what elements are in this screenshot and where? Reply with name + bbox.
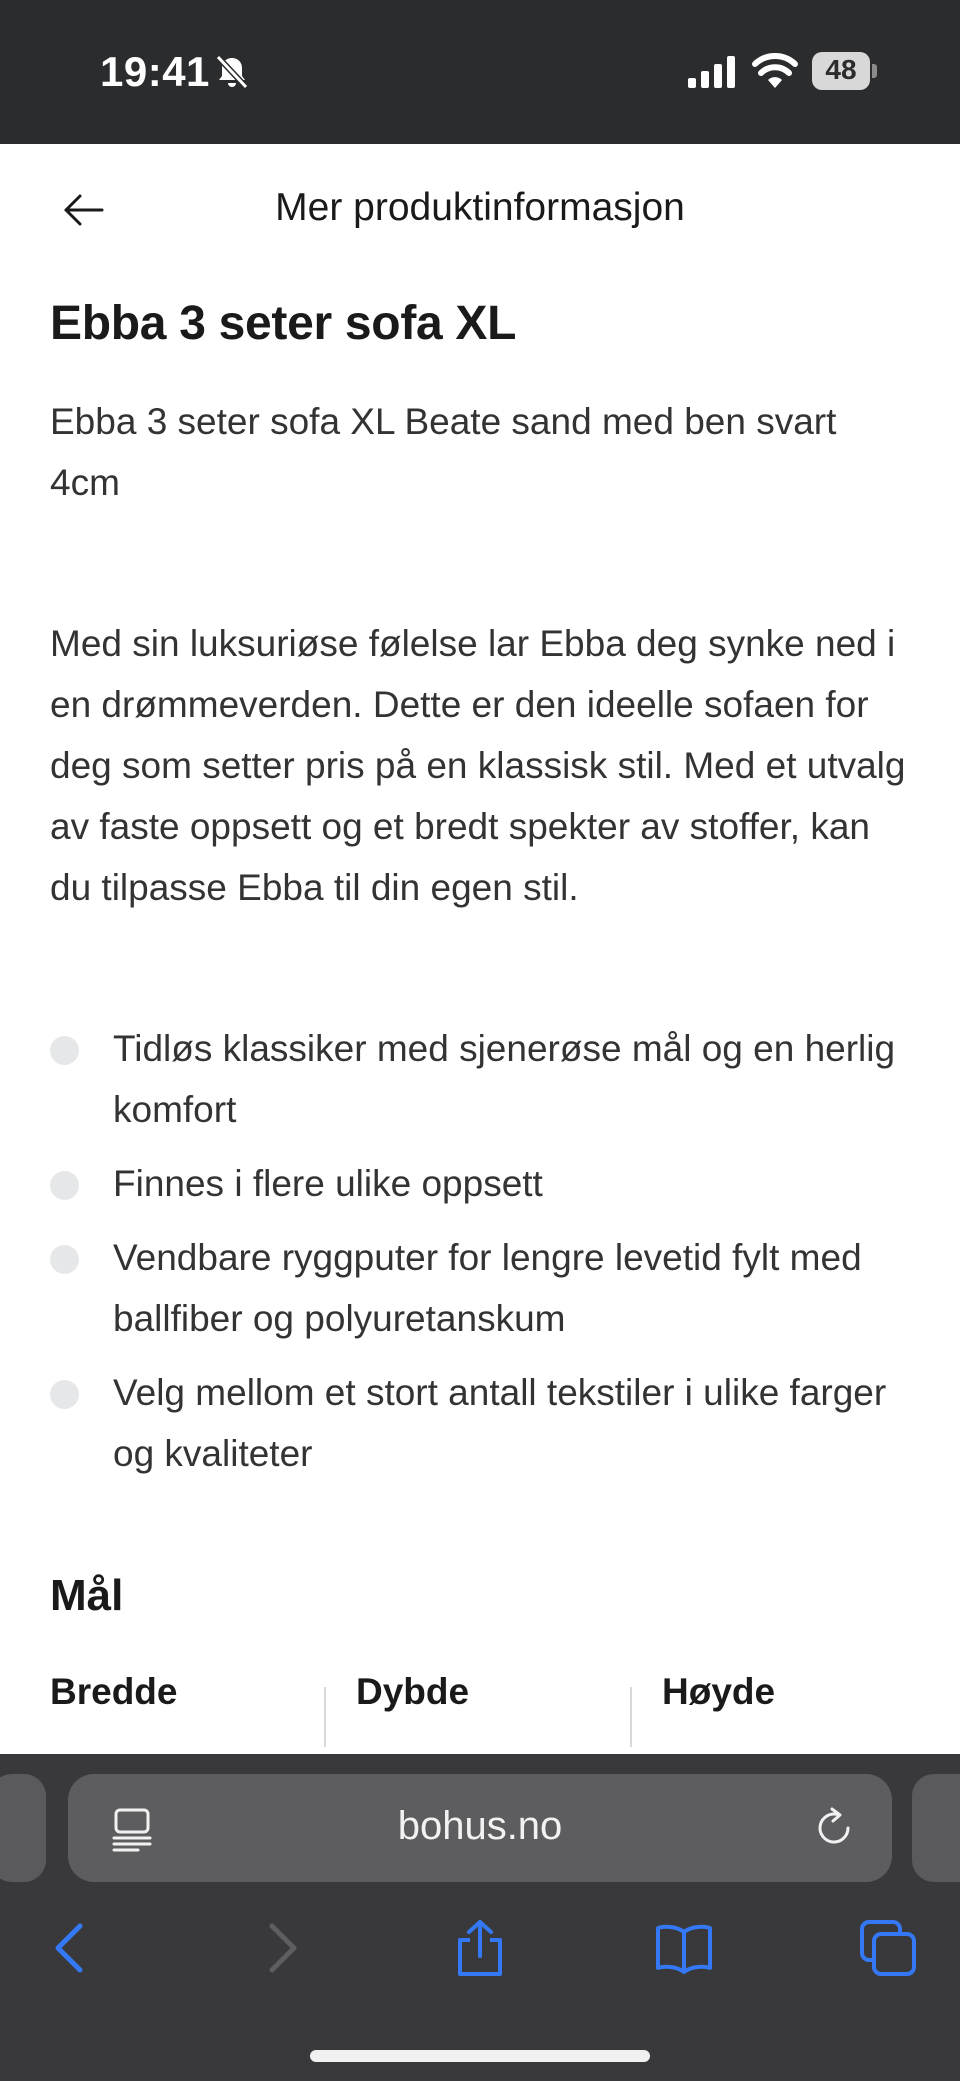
page-title: Mer produktinformasjon	[275, 186, 685, 229]
previous-tab-preview[interactable]	[0, 1774, 46, 1882]
product-title: Ebba 3 seter sofa XL	[50, 297, 517, 350]
dimension-width-label: Bredde	[50, 1671, 178, 1712]
page-header: Mer produktinformasjon	[0, 144, 960, 276]
share-icon[interactable]	[450, 1918, 510, 1978]
feature-item: Tidløs klassiker med sjenerøse mål og en…	[50, 1018, 910, 1140]
product-info-content: Ebba 3 seter sofa XL Ebba 3 seter sofa X…	[50, 286, 910, 1747]
bullet-dot	[50, 1380, 79, 1409]
dimension-divider	[324, 1687, 326, 1747]
home-indicator[interactable]	[310, 2050, 650, 2062]
product-description: Med sin luksuriøse følelse lar Ebba deg …	[50, 623, 906, 908]
dimension-depth-label: Dybde	[356, 1671, 470, 1712]
feature-text: Finnes i flere ulike oppsett	[113, 1163, 543, 1204]
wifi-icon	[752, 53, 798, 88]
browser-bottom-bar: bohus.no	[0, 1754, 960, 2081]
product-subtitle: Ebba 3 seter sofa XL Beate sand med ben …	[50, 401, 837, 503]
feature-item: Velg mellom et stort antall tekstiler i …	[50, 1362, 910, 1484]
battery-tip	[872, 64, 877, 78]
battery-level: 48	[825, 54, 857, 85]
dimensions-row: Bredde Dybde Høyde	[50, 1671, 910, 1747]
status-bar: 19:41 48	[0, 0, 960, 144]
dimension-divider	[630, 1687, 632, 1747]
bullet-dot	[50, 1171, 79, 1200]
feature-text: Velg mellom et stort antall tekstiler i …	[113, 1372, 887, 1474]
bell-off-icon	[215, 54, 249, 90]
status-time: 19:41	[100, 48, 210, 95]
cellular-signal-icon	[688, 56, 735, 88]
feature-text: Vendbare ryggputer for lengre levetid fy…	[113, 1237, 862, 1339]
reload-icon[interactable]	[812, 1806, 856, 1850]
feature-list: Tidløs klassiker med sjenerøse mål og en…	[50, 1018, 910, 1484]
address-bar[interactable]: bohus.no	[68, 1774, 892, 1882]
chevron-left-icon[interactable]	[42, 1918, 102, 1978]
next-tab-preview[interactable]	[912, 1774, 960, 1882]
browser-toolbar	[0, 1904, 960, 2004]
tabs-icon[interactable]	[858, 1918, 918, 1978]
battery-indicator: 48	[812, 52, 877, 90]
dimensions-heading: Mål	[50, 1571, 124, 1620]
book-icon[interactable]	[654, 1918, 714, 1978]
bullet-dot	[50, 1245, 79, 1274]
feature-item: Vendbare ryggputer for lengre levetid fy…	[50, 1227, 910, 1349]
feature-item: Finnes i flere ulike oppsett	[50, 1153, 910, 1214]
chevron-right-icon[interactable]	[250, 1918, 310, 1978]
feature-text: Tidløs klassiker med sjenerøse mål og en…	[113, 1028, 896, 1130]
dimension-height-label: Høyde	[662, 1671, 776, 1712]
url-text[interactable]: bohus.no	[68, 1804, 892, 1849]
bullet-dot	[50, 1036, 79, 1065]
